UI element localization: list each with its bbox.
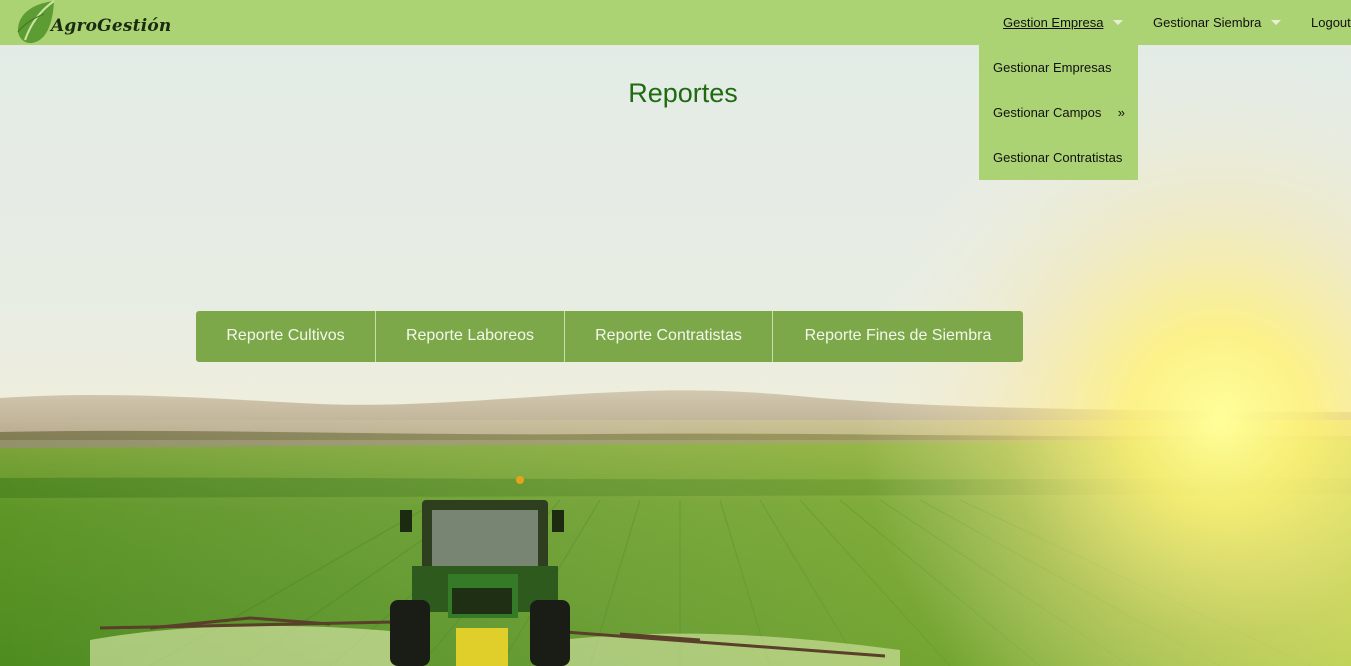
reporte-fines-de-siembra-button[interactable]: Reporte Fines de Siembra — [772, 311, 1023, 362]
chevron-down-icon — [1113, 20, 1124, 26]
menu-item-label: Gestionar Contratistas — [993, 150, 1123, 165]
menu-item-gestionar-campos[interactable]: Gestionar Campos » — [979, 90, 1138, 135]
nav-gestionar-siembra-label: Gestionar Siembra — [1153, 15, 1262, 30]
page-title: Reportes — [628, 78, 738, 108]
menu-item-label: Gestionar Empresas — [993, 60, 1112, 75]
nav-gestion-empresa-label: Gestion Empresa — [1003, 15, 1104, 30]
gestion-empresa-dropdown: Gestionar Empresas Gestionar Campos » Ge… — [979, 45, 1138, 180]
nav-gestionar-siembra[interactable]: Gestionar Siembra — [1153, 0, 1282, 45]
reporte-laboreos-button[interactable]: Reporte Laboreos — [375, 311, 564, 362]
menu-item-label: Gestionar Campos — [993, 105, 1102, 120]
reporte-contratistas-button[interactable]: Reporte Contratistas — [564, 311, 772, 362]
page: AgroGestión Gestion Empresa Gestionar Si… — [0, 0, 1351, 666]
menu-item-gestionar-empresas[interactable]: Gestionar Empresas — [979, 45, 1138, 90]
reporte-cultivos-button[interactable]: Reporte Cultivos — [196, 311, 375, 362]
chevron-down-icon — [1271, 20, 1282, 26]
nav-logout-label: Logout — [1311, 15, 1351, 30]
submenu-arrow-icon: » — [1117, 105, 1125, 120]
nav-gestion-empresa[interactable]: Gestion Empresa — [1003, 0, 1124, 45]
brand-name: AgroGestión — [51, 16, 172, 36]
menu-item-gestionar-contratistas[interactable]: Gestionar Contratistas — [979, 135, 1138, 180]
top-navbar: AgroGestión Gestion Empresa Gestionar Si… — [0, 0, 1351, 45]
report-button-group: Reporte Cultivos Reporte Laboreos Report… — [196, 311, 1023, 362]
brand-logo[interactable]: AgroGestión — [12, 0, 182, 45]
nav-logout[interactable]: Logout — [1311, 0, 1351, 45]
